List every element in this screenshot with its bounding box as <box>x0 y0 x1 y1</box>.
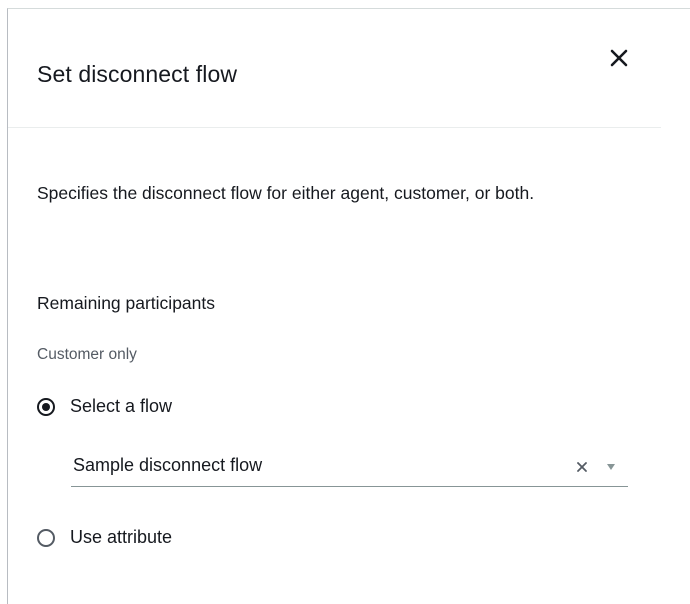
panel-title: Set disconnect flow <box>37 61 238 87</box>
panel-header: Set disconnect flow <box>8 9 661 128</box>
select-flow-radio[interactable] <box>37 397 55 416</box>
flow-select-value: Sample disconnect flow <box>73 455 263 475</box>
close-button[interactable] <box>606 45 632 71</box>
flow-select[interactable]: Sample disconnect flow <box>71 446 628 487</box>
use-attribute-label: Use attribute <box>70 527 173 547</box>
customer-only-label: Customer only <box>37 346 137 363</box>
select-flow-label: Select a flow <box>70 396 173 416</box>
use-attribute-option[interactable]: Use attribute <box>37 527 172 548</box>
remaining-participants-label: Remaining participants <box>37 293 216 313</box>
disconnect-flow-panel: Set disconnect flow Specifies the discon… <box>7 8 690 604</box>
caret-down-icon[interactable] <box>607 464 615 470</box>
use-attribute-radio[interactable] <box>37 528 55 547</box>
select-flow-option[interactable]: Select a flow <box>37 396 172 417</box>
panel-description: Specifies the disconnect flow for either… <box>37 183 535 203</box>
clear-icon[interactable] <box>576 461 588 473</box>
close-icon <box>610 49 628 67</box>
